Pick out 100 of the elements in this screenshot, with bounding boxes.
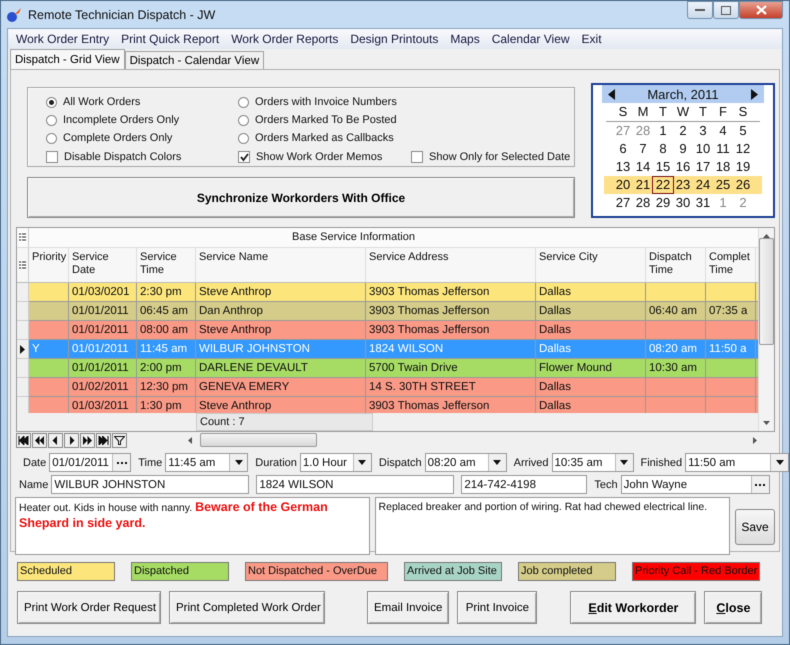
calendar-day[interactable]: 11	[713, 141, 733, 157]
calendar-day[interactable]: 9	[673, 141, 693, 157]
calendar-day[interactable]: 4	[713, 123, 733, 139]
previous-month-icon[interactable]	[608, 88, 615, 100]
calendar-day[interactable]: 25	[713, 177, 733, 193]
table-row[interactable]: 01/03/0201 2:30 pm Steve Anthrop 3903 Thomas Jefferson Dallas	[29, 283, 758, 302]
column-chooser-icon[interactable]	[19, 260, 26, 270]
caret-icon[interactable]	[776, 460, 784, 465]
column-header[interactable]: Complet Time	[706, 248, 756, 282]
calendar-day[interactable]: 28	[633, 123, 653, 139]
column-header[interactable]: Service Address	[366, 248, 536, 282]
input-field[interactable]: John Wayne	[620, 475, 770, 494]
calendar-day[interactable]: 13	[613, 159, 633, 175]
navigator-button[interactable]	[64, 432, 79, 448]
calendar-day[interactable]: 23	[673, 177, 693, 193]
navigator-button[interactable]	[16, 432, 31, 448]
calendar-day[interactable]: 8	[653, 141, 673, 157]
table-row[interactable]: 01/01/2011 06:45 am Dan Anthrop 3903 Thomas Jefferson Dallas 06:40 am 07:35 a	[29, 302, 758, 321]
action-button[interactable]: Print Work Order Request	[17, 591, 161, 624]
calendar-day[interactable]: 27	[613, 123, 633, 139]
calendar-day[interactable]: 27	[613, 195, 633, 211]
menu-item[interactable]: Work Order Entry	[10, 32, 116, 46]
checkbox[interactable]	[238, 151, 250, 163]
caret-icon[interactable]	[620, 460, 628, 465]
navigator-button[interactable]	[96, 432, 111, 448]
row-selector[interactable]	[17, 340, 29, 359]
input-field[interactable]: WILBUR JOHNSTON	[51, 475, 250, 494]
column-header[interactable]: Service Date	[69, 248, 137, 282]
radio-button[interactable]	[238, 132, 249, 144]
column-header[interactable]: Dispatch Time	[646, 248, 706, 282]
calendar-day[interactable]: 20	[613, 177, 633, 193]
calendar-day[interactable]: 2	[733, 195, 753, 211]
calendar-day[interactable]: 5	[733, 123, 753, 139]
calendar-day[interactable]: 18	[713, 159, 733, 175]
action-button[interactable]: Close	[704, 591, 762, 624]
calendar-day[interactable]: 31	[693, 195, 713, 211]
save-button[interactable]: Save	[735, 509, 776, 545]
scroll-right-icon[interactable]	[753, 436, 757, 444]
calendar-day[interactable]: 22	[653, 177, 673, 193]
navigator-button[interactable]	[32, 432, 47, 448]
calendar-day[interactable]: 17	[693, 159, 713, 175]
menu-item[interactable]: Work Order Reports	[225, 32, 344, 46]
sync-button[interactable]: Synchronize Workorders With Office	[27, 177, 575, 218]
calendar-day[interactable]: 1	[653, 123, 673, 139]
column-header[interactable]: Priority	[29, 248, 69, 282]
checkbox[interactable]	[46, 151, 58, 163]
input-field[interactable]: 214-742-4198	[461, 475, 588, 494]
menu-item[interactable]: Design Printouts	[344, 32, 444, 46]
calendar-day[interactable]: 2	[673, 123, 693, 139]
table-row[interactable]: 01/03/2011 1:30 pm Steve Anthrop 3903 Thomas Jefferson Dallas	[29, 397, 758, 413]
calendar-day[interactable]: 7	[633, 141, 653, 157]
calendar-day[interactable]: 16	[673, 159, 693, 175]
dropdown[interactable]: 11:50 am	[685, 453, 789, 472]
calendar-day[interactable]: 1	[713, 195, 733, 211]
calendar-day[interactable]: 14	[633, 159, 653, 175]
column-header[interactable]: Service City	[536, 248, 646, 282]
dropdown[interactable]: 1.0 Hour	[300, 453, 372, 472]
memo-field[interactable]: Replaced breaker and portion of wiring. Rat had chewed electrical line.	[374, 497, 730, 555]
checkbox[interactable]	[411, 151, 423, 163]
menu-item[interactable]: Calendar View	[486, 32, 576, 46]
dropdown[interactable]: 10:35 am	[552, 453, 634, 472]
dropdown[interactable]: 08:20 am	[424, 453, 507, 472]
navigator-button[interactable]	[48, 432, 63, 448]
menu-item[interactable]: Print Quick Report	[115, 32, 226, 46]
calendar-day[interactable]: 6	[613, 141, 633, 157]
next-month-icon[interactable]	[750, 88, 758, 100]
caret-icon[interactable]	[234, 460, 243, 465]
column-header[interactable]: Service Time	[137, 248, 196, 282]
tab[interactable]: Dispatch - Calendar View	[124, 51, 264, 69]
calendar-day[interactable]: 21	[633, 177, 653, 193]
action-button[interactable]: Print Invoice	[457, 591, 538, 624]
scroll-down-icon[interactable]	[763, 421, 770, 425]
navigator-button[interactable]	[80, 432, 95, 448]
menu-item[interactable]: Exit	[576, 32, 608, 46]
close-button[interactable]	[739, 1, 783, 19]
caret-icon[interactable]	[358, 460, 366, 465]
radio-button[interactable]	[46, 96, 57, 108]
menu-item[interactable]: Maps	[444, 32, 486, 46]
input-field[interactable]: 1824 WILSON	[256, 475, 454, 494]
date-field[interactable]: 01/01/2011	[49, 453, 132, 472]
radio-button[interactable]	[238, 96, 249, 108]
calendar-day[interactable]: 29	[653, 195, 673, 211]
table-row[interactable]: 01/01/2011 2:00 pm DARLENE DEVAULT 5700 Twain Drive Flower Mound 10:30 am	[29, 359, 758, 378]
calendar-day[interactable]: 12	[733, 141, 753, 157]
calendar-day[interactable]: 10	[693, 141, 713, 157]
radio-button[interactable]	[46, 132, 57, 144]
calendar-day[interactable]: 26	[733, 177, 753, 193]
calendar-day[interactable]: 24	[693, 177, 713, 193]
calendar-day[interactable]: 19	[733, 159, 753, 175]
radio-button[interactable]	[238, 114, 249, 126]
table-row[interactable]: 01/01/2011 08:00 am Steve Anthrop 3903 Thomas Jefferson Dallas	[29, 321, 758, 340]
action-button[interactable]: Print Completed Work Order	[169, 591, 325, 624]
tab[interactable]: Dispatch - Grid View	[10, 49, 125, 69]
calendar-day[interactable]: 30	[673, 195, 693, 211]
action-button[interactable]: Email Invoice	[367, 591, 450, 624]
column-header[interactable]: Service Name	[196, 248, 366, 282]
radio-button[interactable]	[46, 114, 57, 126]
horizontal-scrollbar[interactable]	[188, 432, 757, 448]
minimize-button[interactable]	[687, 1, 713, 19]
calendar-day[interactable]: 15	[653, 159, 673, 175]
